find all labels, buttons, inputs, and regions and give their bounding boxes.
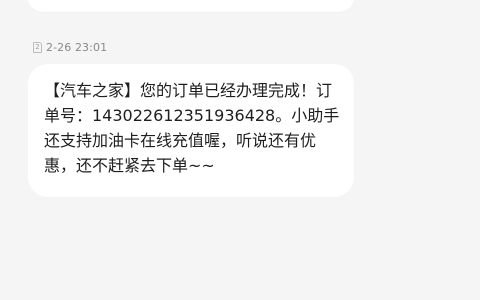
message-timestamp: 2-26 23:01	[46, 40, 108, 54]
message-bubble[interactable]: 【汽车之家】您的订单已经办理完成！订单号：143022612351936428。…	[28, 64, 354, 197]
message-text: 【汽车之家】您的订单已经办理完成！订单号：143022612351936428。…	[44, 81, 340, 175]
message-meta: 2 2-26 23:01	[33, 40, 107, 54]
previous-message-bubble[interactable]	[27, 0, 355, 12]
sim-card-icon: 2	[33, 41, 42, 53]
